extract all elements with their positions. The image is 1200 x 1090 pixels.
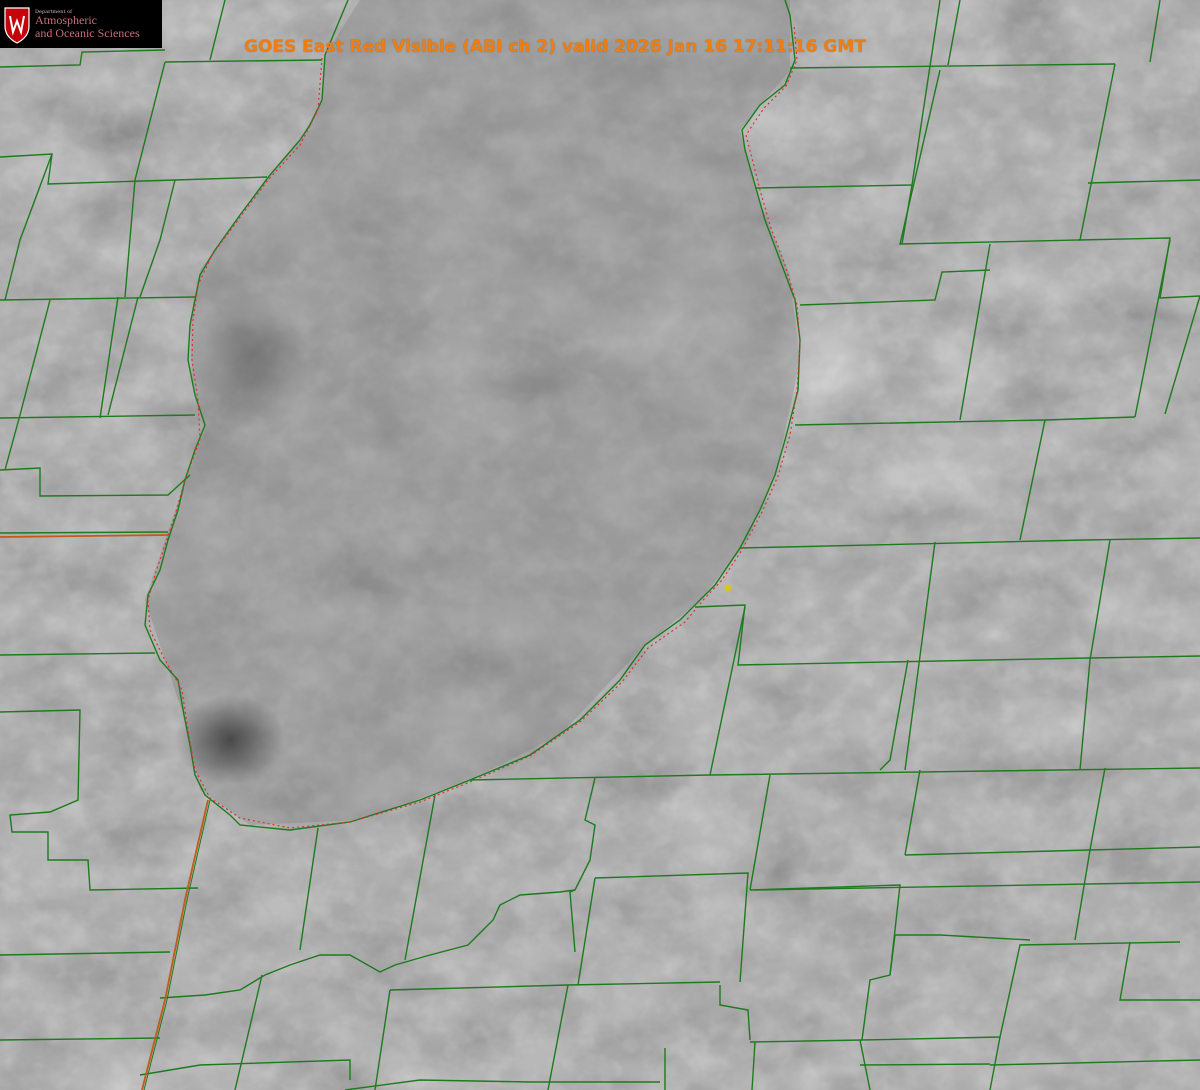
satellite-map (0, 0, 1200, 1090)
location-marker-icon (724, 584, 732, 592)
university-crest-icon (4, 7, 30, 44)
image-title: GOES East Red Visible (ABI ch 2) valid 2… (244, 37, 866, 57)
uw-aos-logo: Department of Atmospheric and Oceanic Sc… (0, 0, 162, 48)
logo-line2: and Oceanic Sciences (35, 26, 140, 40)
